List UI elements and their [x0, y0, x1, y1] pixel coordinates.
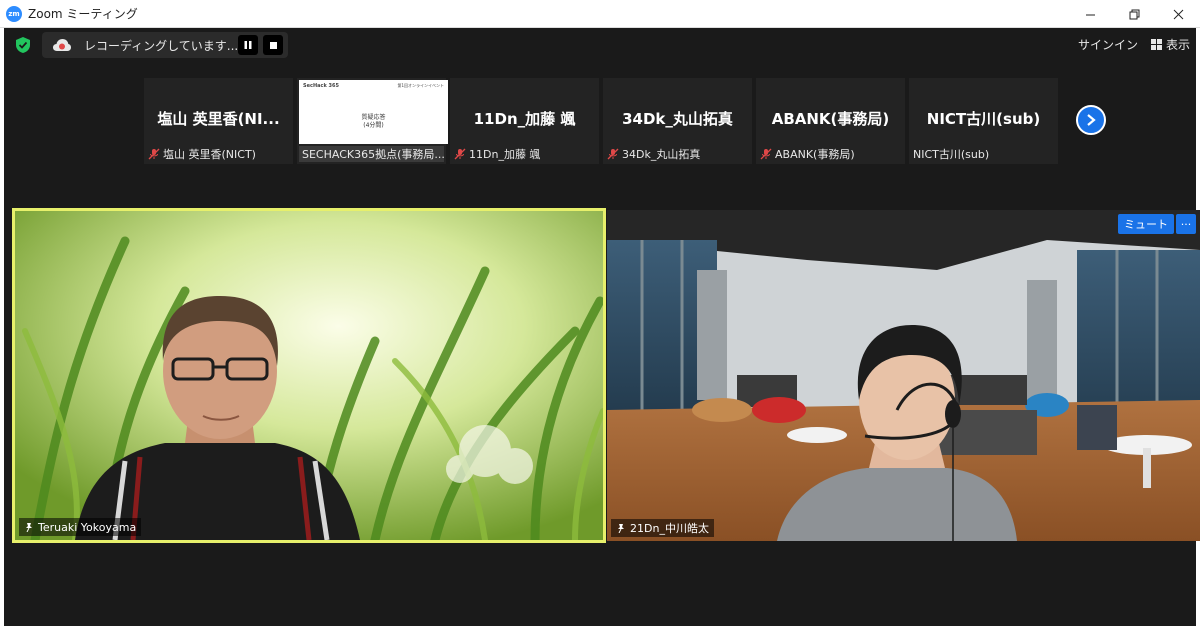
video-tile-active-speaker[interactable]: Teruaki Yokoyama	[12, 208, 606, 543]
window-controls	[1068, 0, 1200, 28]
window-frame	[0, 626, 1200, 630]
stop-recording-button[interactable]	[263, 35, 283, 55]
pin-icon	[26, 523, 32, 532]
slide-title-line-2: (4分間)	[363, 122, 384, 129]
slide-logo: SecHack 365	[303, 83, 339, 89]
participant-strip: 塩山 英里香(NI... 塩山 英里香(NICT) SecHack 365 第1…	[144, 78, 1058, 164]
recording-indicator: レコーディングしています...	[42, 32, 288, 58]
cloud-record-icon	[53, 39, 71, 51]
participant-display-name: NICT古川(sub)	[926, 110, 1041, 128]
window-titlebar: zm Zoom ミーティング	[0, 0, 1200, 28]
stop-icon	[269, 41, 277, 49]
close-icon	[1173, 9, 1183, 19]
mic-off-icon	[148, 148, 160, 160]
participant-video	[15, 211, 603, 540]
participant-label: NICT古川(sub)	[913, 146, 989, 162]
pause-recording-button[interactable]	[238, 35, 258, 55]
participant-display-name: 11Dn_加藤 颯	[473, 110, 576, 128]
participant-label-text: 塩山 英里香(NICT)	[163, 148, 256, 161]
participant-name: Teruaki Yokoyama	[38, 520, 137, 534]
view-button[interactable]: 表示	[1150, 36, 1190, 53]
window-title: Zoom ミーティング	[28, 7, 138, 21]
more-options-button[interactable]: ···	[1176, 214, 1196, 234]
mic-off-icon	[454, 148, 466, 160]
pin-icon	[618, 524, 624, 533]
participant-thumbnail[interactable]: 34Dk_丸山拓真 34Dk_丸山拓真	[603, 78, 752, 164]
participant-name-tag: Teruaki Yokoyama	[19, 518, 142, 536]
participant-label: ABANK(事務局)	[760, 146, 855, 162]
participant-thumbnail[interactable]: 11Dn_加藤 颯 11Dn_加藤 颯	[450, 78, 599, 164]
grid-view-icon	[1150, 39, 1162, 50]
participant-thumbnail[interactable]: 塩山 英里香(NI... 塩山 英里香(NICT)	[144, 78, 293, 164]
slide-title: 質疑応答 (4分間)	[299, 114, 448, 130]
shared-screen-thumbnail[interactable]: SecHack 365 第1回オンラインイベント 質疑応答 (4分間) SECH…	[297, 78, 448, 164]
mic-off-icon	[607, 148, 619, 160]
meeting-stage: レコーディングしています... サインイン 表示 塩山 英里香(NI... 塩山…	[4, 28, 1200, 626]
slide-event: 第1回オンラインイベント	[397, 83, 444, 88]
view-label: 表示	[1165, 38, 1190, 52]
chevron-right-icon	[1087, 114, 1096, 126]
participant-name: 21Dn_中川皓太	[630, 522, 709, 535]
participant-label-text: SECHACK365拠点(事務局...	[299, 146, 444, 162]
participant-thumbnail[interactable]: ABANK(事務局) ABANK(事務局)	[756, 78, 905, 164]
pause-icon	[244, 41, 252, 49]
close-button[interactable]	[1156, 0, 1200, 28]
shield-check-icon[interactable]	[14, 36, 32, 54]
restore-icon	[1129, 9, 1139, 19]
participant-display-name: ABANK(事務局)	[771, 110, 890, 128]
participant-label: 11Dn_加藤 颯	[454, 146, 540, 162]
participant-display-name: 34Dk_丸山拓真	[622, 110, 733, 128]
shared-slide: SecHack 365 第1回オンラインイベント 質疑応答 (4分間)	[299, 80, 448, 144]
mic-off-icon	[760, 148, 772, 160]
participant-label: 34Dk_丸山拓真	[607, 146, 700, 162]
minimize-button[interactable]	[1068, 0, 1112, 28]
participant-video	[607, 210, 1200, 541]
video-tile[interactable]: ミュート ··· 21Dn_中川皓太	[607, 210, 1200, 541]
signin-button[interactable]: サインイン	[1078, 36, 1138, 53]
restore-button[interactable]	[1112, 0, 1156, 28]
next-page-button[interactable]	[1076, 105, 1106, 135]
participant-label-text: 11Dn_加藤 颯	[469, 148, 541, 161]
recording-status-text: レコーディングしています...	[84, 38, 239, 53]
participant-label-text: ABANK(事務局)	[775, 148, 855, 161]
minimize-icon	[1085, 14, 1095, 15]
slide-title-line-1: 質疑応答	[361, 114, 386, 121]
zoom-logo-icon: zm	[6, 5, 22, 22]
participant-label: 塩山 英里香(NICT)	[148, 146, 256, 162]
mute-participant-button[interactable]: ミュート	[1118, 214, 1174, 234]
participant-name-tag: 21Dn_中川皓太	[611, 519, 714, 537]
participant-display-name: 塩山 英里香(NI...	[157, 110, 280, 128]
participant-label-text: 34Dk_丸山拓真	[622, 148, 701, 161]
participant-thumbnail[interactable]: NICT古川(sub) NICT古川(sub)	[909, 78, 1058, 164]
participant-label-text: NICT古川(sub)	[913, 148, 990, 161]
